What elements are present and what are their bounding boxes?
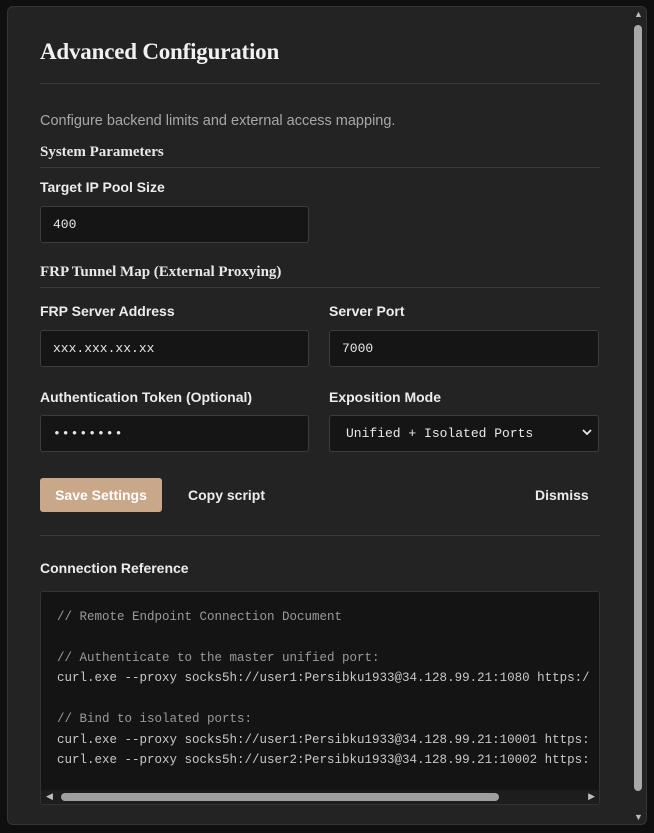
system-parameters-heading: System Parameters (40, 144, 164, 160)
code-line: curl.exe --proxy socks5h://user2:Persibk… (57, 753, 590, 767)
frp-server-address-label: FRP Server Address (40, 303, 175, 319)
connection-reference-code[interactable]: // Remote Endpoint Connection Document /… (40, 591, 600, 805)
server-port-label: Server Port (329, 303, 405, 319)
dialog-description: Configure backend limits and external ac… (40, 113, 396, 129)
exposition-mode-label: Exposition Mode (329, 389, 441, 405)
exposition-mode-select[interactable]: Unified + Isolated Ports (329, 415, 599, 452)
dialog-title: Advanced Configuration (40, 39, 280, 64)
dismiss-button[interactable]: Dismiss (535, 478, 589, 512)
auth-token-label: Authentication Token (Optional) (40, 389, 253, 405)
frp-tunnel-heading: FRP Tunnel Map (External Proxying) (40, 264, 282, 280)
code-scroll-thumb[interactable] (61, 793, 499, 801)
title-divider (40, 83, 600, 84)
exposition-mode-value: Unified + Isolated Ports (346, 426, 534, 441)
chevron-down-icon (582, 416, 592, 451)
scroll-right-icon[interactable]: ▶ (588, 791, 595, 802)
section-divider (40, 287, 600, 288)
code-line: // Authenticate to the master unified po… (57, 651, 380, 665)
code-line: curl.exe --proxy socks5h://user1:Persibk… (57, 733, 590, 747)
section-divider (40, 167, 600, 168)
code-line: // Remote Endpoint Connection Document (57, 610, 343, 624)
copy-script-button[interactable]: Copy script (188, 478, 265, 512)
scroll-up-icon[interactable]: ▲ (634, 9, 643, 19)
actions-divider (40, 535, 600, 536)
scroll-left-icon[interactable]: ◀ (46, 791, 53, 802)
server-port-input[interactable]: 7000 (329, 330, 599, 367)
dialog-vertical-scrollbar[interactable]: ▲ ▼ (631, 7, 645, 824)
frp-server-address-input[interactable]: xxx.xxx.xx.xx (40, 330, 309, 367)
auth-token-input[interactable]: •••••••• (40, 415, 309, 452)
scroll-down-icon[interactable]: ▼ (634, 812, 643, 822)
save-settings-button[interactable]: Save Settings (40, 478, 162, 512)
code-horizontal-scrollbar[interactable]: ◀ ▶ (41, 790, 599, 804)
code-line: // Bind to isolated ports: (57, 712, 253, 726)
pool-size-label: Target IP Pool Size (40, 179, 165, 195)
connection-reference-heading: Connection Reference (40, 560, 189, 576)
code-line: curl.exe --proxy socks5h://user1:Persibk… (57, 671, 590, 685)
dialog-scroll-thumb[interactable] (634, 25, 642, 791)
advanced-config-dialog: Advanced Configuration Configure backend… (7, 6, 647, 825)
pool-size-input[interactable]: 400 (40, 206, 309, 243)
